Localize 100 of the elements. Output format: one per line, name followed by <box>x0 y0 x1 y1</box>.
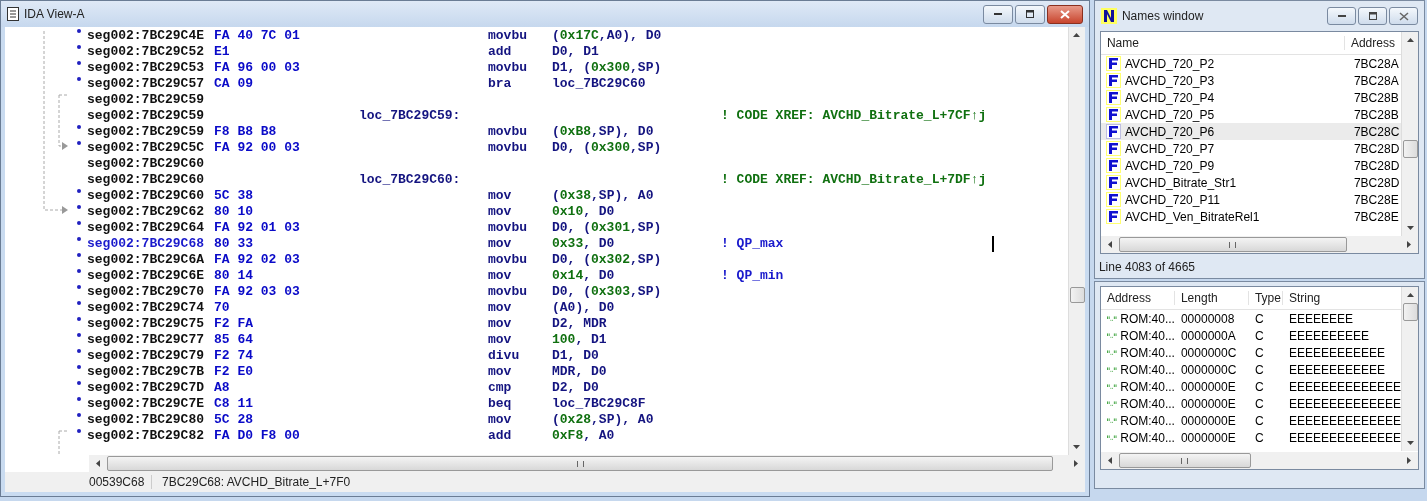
minimize-button[interactable] <box>982 4 1013 24</box>
operands-text: (0x28,SP), A0 <box>552 411 654 427</box>
horizontal-scrollbar[interactable] <box>1100 452 1418 469</box>
opcode-bytes: F2 74 <box>214 347 254 363</box>
scroll-left-icon <box>95 459 101 468</box>
name-row[interactable]: AVCHD_720_P4 7BC28B <box>1100 89 1401 106</box>
operands-text: 100, D1 <box>552 331 607 347</box>
scroll-up-icon <box>1405 37 1415 43</box>
mnemonic-text: mov <box>488 299 512 315</box>
name-row[interactable]: AVCHD_720_P11 7BC28E <box>1100 191 1401 208</box>
column-header[interactable]: Address <box>1344 36 1401 50</box>
scroll-thumb[interactable] <box>107 456 1053 471</box>
window-title: Names window <box>1121 9 1204 23</box>
string-row[interactable]: ROM:40... 0000000C C EEEEEEEEEEEE <box>1100 344 1401 361</box>
vertical-scrollbar[interactable] <box>1401 287 1418 451</box>
opcode-bytes: FA 92 01 03 <box>214 219 301 235</box>
mnemonic-text: mov <box>488 315 512 331</box>
opcode-bytes: F8 B8 B8 <box>214 123 278 139</box>
horizontal-scrollbar[interactable] <box>89 455 1085 472</box>
bullet-icon <box>77 349 81 353</box>
name-row[interactable]: AVCHD_Bitrate_Str1 7BC28D <box>1100 174 1401 191</box>
string-row[interactable]: ROM:40... 0000000E C EEEEEEEEEEEEEE <box>1100 395 1401 412</box>
close-icon <box>1398 11 1409 21</box>
operands-text: D0, (0x303,SP) <box>552 283 662 299</box>
column-header[interactable]: Name <box>1100 36 1345 50</box>
column-header[interactable]: Type <box>1248 291 1283 305</box>
name-row[interactable]: AVCHD_720_P3 7BC28A <box>1100 72 1401 89</box>
column-header[interactable]: Address <box>1100 291 1175 305</box>
mnemonic-text: movbu <box>488 27 527 43</box>
operands-text: D1, (0x300,SP) <box>552 59 662 75</box>
operands-text: (0x38,SP), A0 <box>552 187 654 203</box>
mnemonic-text: movbu <box>488 123 527 139</box>
close-button[interactable] <box>1046 4 1083 24</box>
string-row[interactable]: ROM:40... 00000008 C EEEEEEEE <box>1100 310 1401 327</box>
status-location: 7BC29C68: AVCHD_Bitrate_L+7F0 <box>161 475 351 489</box>
address-text: seg002:7BC29C60 <box>87 187 206 203</box>
bullet-icon <box>77 285 81 289</box>
mnemonic-text: mov <box>488 187 512 203</box>
comment-text: ! CODE XREF: AVCHD_Bitrate_L+7CF↑j <box>721 107 987 123</box>
function-icon <box>1105 209 1121 224</box>
mnemonic-text: add <box>488 43 512 59</box>
minimize-button[interactable] <box>1327 7 1356 25</box>
mnemonic-text: bra <box>488 75 512 91</box>
minimize-icon <box>1337 15 1346 17</box>
function-icon <box>1105 158 1121 173</box>
name-row[interactable]: AVCHD_720_P7 7BC28D <box>1100 140 1401 157</box>
opcode-bytes: F2 FA <box>214 315 254 331</box>
comment-text: ! CODE XREF: AVCHD_Bitrate_L+7DF↑j <box>721 171 987 187</box>
operands-text: 0x14, D0 <box>552 267 615 283</box>
address-text: seg002:7BC29C60 <box>87 155 206 171</box>
name-row[interactable]: AVCHD_720_P2 7BC28A <box>1100 55 1401 72</box>
close-button[interactable] <box>1389 7 1418 25</box>
bullet-icon <box>77 77 81 81</box>
name-row[interactable]: AVCHD_720_P5 7BC28B <box>1100 106 1401 123</box>
mnemonic-text: movbu <box>488 59 527 75</box>
address-text: seg002:7BC29C64 <box>87 219 206 235</box>
name-row[interactable]: AVCHD_720_P6 7BC28C <box>1100 123 1401 140</box>
string-row[interactable]: ROM:40... 0000000A C EEEEEEEEEE <box>1100 327 1401 344</box>
address-text: seg002:7BC29C6E <box>87 267 206 283</box>
column-header[interactable]: String <box>1282 291 1401 305</box>
opcode-bytes: FA 92 02 03 <box>214 251 301 267</box>
scroll-thumb[interactable] <box>1118 453 1251 468</box>
name-row[interactable]: AVCHD_Ven_BitrateRel1 7BC28E <box>1100 208 1401 225</box>
quote-icon <box>1106 434 1118 441</box>
mnemonic-text: mov <box>488 267 512 283</box>
bullet-icon <box>77 141 81 145</box>
bullet-icon <box>77 125 81 129</box>
scroll-thumb[interactable] <box>1118 237 1347 252</box>
string-row[interactable]: ROM:40... 0000000E C EEEEEEEEEEEEEE <box>1100 378 1401 395</box>
function-icon <box>1105 192 1121 207</box>
maximize-icon <box>1025 10 1034 18</box>
string-row[interactable]: ROM:40... 0000000C C EEEEEEEEEEEE <box>1100 361 1401 378</box>
operands-text: (0x17C,A0), D0 <box>552 27 662 43</box>
minimize-icon <box>993 13 1002 15</box>
string-row[interactable]: ROM:40... 0000000E C EEEEEEEEEEEEEE <box>1100 429 1401 446</box>
bullet-icon <box>77 29 81 33</box>
column-header[interactable]: Length <box>1174 291 1249 305</box>
address-text: seg002:7BC29C70 <box>87 283 206 299</box>
operands-text: D2, D0 <box>552 379 599 395</box>
scroll-thumb[interactable] <box>1403 140 1418 158</box>
quote-icon <box>1106 349 1118 356</box>
scroll-thumb[interactable] <box>1069 287 1085 303</box>
scroll-thumb[interactable] <box>1403 303 1418 321</box>
operands-text: 0xF8, A0 <box>552 427 615 443</box>
string-row[interactable]: ROM:40... 0000000E C EEEEEEEEEEEEEE <box>1100 412 1401 429</box>
address-text: seg002:7BC29C82 <box>87 427 206 443</box>
name-row[interactable]: AVCHD_720_P9 7BC28D <box>1100 157 1401 174</box>
maximize-button[interactable] <box>1014 4 1045 24</box>
operands-text: D0, (0x300,SP) <box>552 139 662 155</box>
horizontal-scrollbar[interactable] <box>1100 236 1418 253</box>
scroll-right-icon <box>1406 240 1412 249</box>
vertical-scrollbar[interactable] <box>1401 32 1418 236</box>
text-cursor <box>992 236 994 252</box>
mnemonic-text: mov <box>488 411 512 427</box>
scroll-right-icon <box>1072 459 1079 468</box>
bullet-icon <box>77 397 81 401</box>
opcode-bytes: FA 40 7C 01 <box>214 27 301 43</box>
vertical-scrollbar[interactable] <box>1067 27 1085 455</box>
maximize-button[interactable] <box>1358 7 1387 25</box>
opcode-bytes: 85 64 <box>214 331 254 347</box>
